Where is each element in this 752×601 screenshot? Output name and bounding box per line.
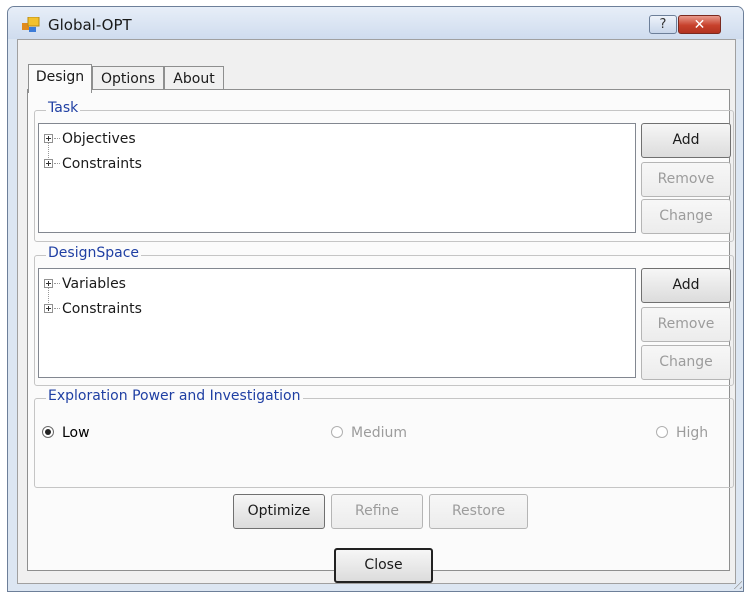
refine-button[interactable]: Refine — [331, 494, 423, 529]
tab-options[interactable]: Options — [92, 66, 164, 91]
tree-node-label: Constraints — [62, 156, 142, 172]
tab-about[interactable]: About — [164, 66, 224, 91]
design-space-group-label: DesignSpace — [46, 245, 141, 261]
restore-button[interactable]: Restore — [429, 494, 528, 529]
window-close-button[interactable]: ✕ — [678, 15, 721, 34]
tree-node-label: Constraints — [62, 301, 142, 317]
radio-unchecked-icon[interactable] — [331, 426, 343, 438]
tree-line — [54, 138, 60, 139]
tree-node-constraints[interactable]: Constraints — [39, 299, 239, 319]
design-space-remove-button[interactable]: Remove — [641, 307, 731, 342]
plus-box-icon[interactable] — [44, 134, 53, 143]
window-title: Global-OPT — [48, 16, 132, 34]
tree-line — [54, 308, 60, 309]
close-button[interactable]: Close — [334, 548, 433, 583]
radio-low[interactable]: Low — [42, 425, 122, 441]
plus-box-icon[interactable] — [44, 279, 53, 288]
tree-node-variables[interactable]: Variables — [39, 274, 239, 294]
exploration-group: Exploration Power and Investigation — [34, 388, 734, 488]
design-space-add-button[interactable]: Add — [641, 268, 731, 303]
exploration-group-label: Exploration Power and Investigation — [46, 388, 303, 404]
help-button[interactable]: ? — [649, 15, 677, 34]
optimize-button[interactable]: Optimize — [233, 494, 325, 529]
tree-line — [54, 283, 60, 284]
task-remove-button[interactable]: Remove — [641, 162, 731, 197]
radio-medium[interactable]: Medium — [331, 425, 431, 441]
radio-checked-icon[interactable] — [42, 426, 54, 438]
radio-high-label: High — [676, 425, 709, 441]
title-bar[interactable]: Global-OPT ? ✕ — [8, 7, 743, 39]
plus-box-icon[interactable] — [44, 304, 53, 313]
tree-node-objectives[interactable]: Objectives — [39, 129, 239, 149]
app-window-icon — [22, 17, 40, 32]
tree-node-constraints[interactable]: Constraints — [39, 154, 239, 174]
radio-high[interactable]: High — [656, 425, 726, 441]
plus-box-icon[interactable] — [44, 159, 53, 168]
radio-medium-label: Medium — [351, 425, 407, 441]
task-change-button[interactable]: Change — [641, 199, 731, 234]
task-group-label: Task — [46, 100, 81, 116]
tab-design[interactable]: Design — [28, 64, 92, 93]
task-tree[interactable]: Objectives Constraints — [38, 123, 636, 233]
tree-node-label: Objectives — [62, 131, 136, 147]
tree-line — [54, 163, 60, 164]
design-space-change-button[interactable]: Change — [641, 345, 731, 380]
tree-node-label: Variables — [62, 276, 126, 292]
task-add-button[interactable]: Add — [641, 123, 731, 158]
radio-low-label: Low — [62, 425, 90, 441]
design-space-tree[interactable]: Variables Constraints — [38, 268, 636, 378]
radio-unchecked-icon[interactable] — [656, 426, 668, 438]
